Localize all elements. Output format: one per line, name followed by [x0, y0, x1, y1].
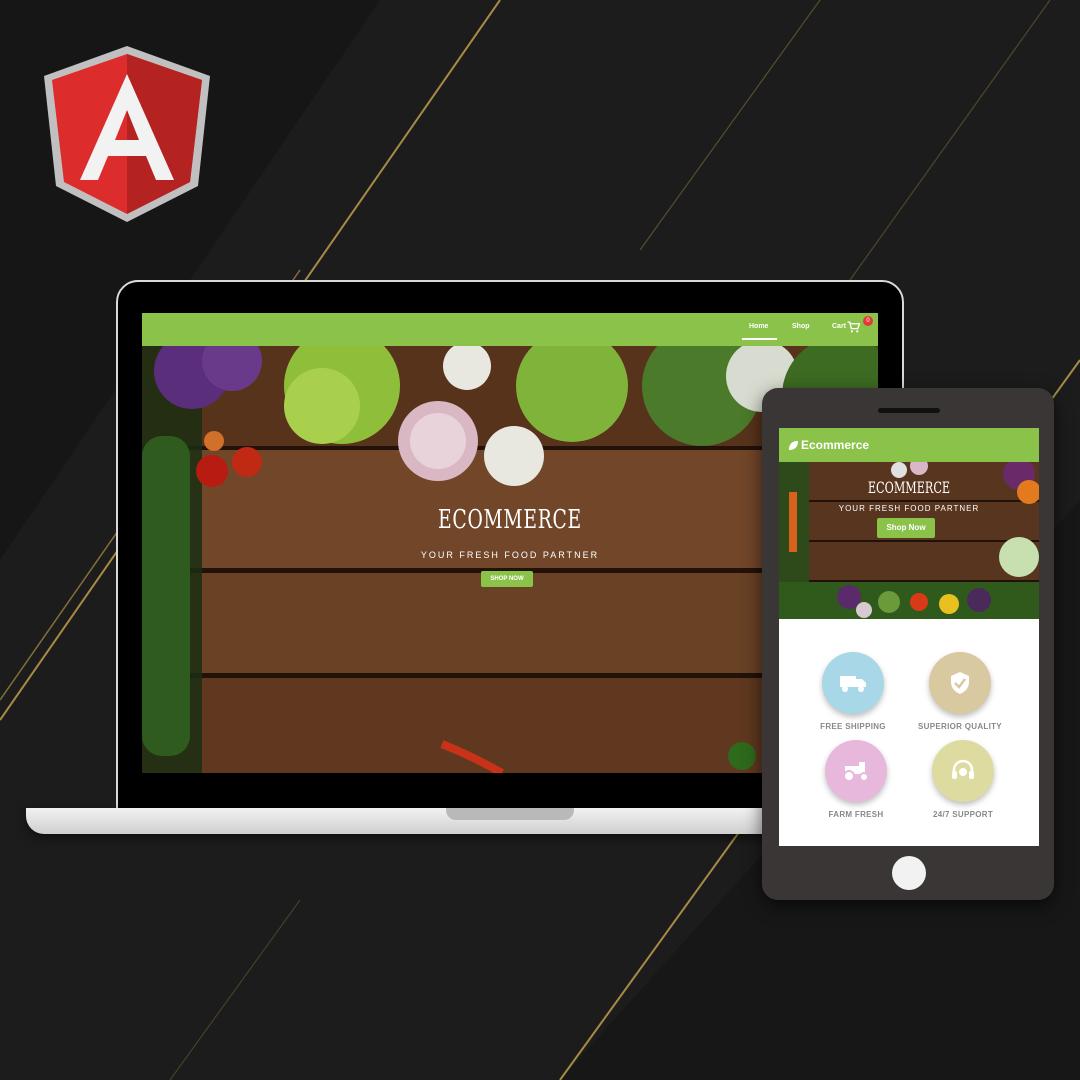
nav-home-link[interactable]: Home [749, 323, 768, 330]
shield-check-icon [929, 652, 991, 714]
active-tab-indicator [742, 338, 777, 340]
cart-count-badge: 0 [863, 316, 873, 326]
feature-farm-fresh: FARM FRESH [801, 740, 911, 819]
feature-free-shipping: FREE SHIPPING [798, 652, 908, 731]
nav-cart-link[interactable]: Cart [832, 323, 846, 330]
tablet-shop-now-button[interactable]: Shop Now [877, 518, 935, 538]
shop-now-button[interactable]: SHOP NOW [481, 571, 533, 587]
angular-logo [44, 46, 210, 222]
tablet-brand[interactable]: Ecommerce [801, 438, 869, 452]
feature-superior-quality: SUPERIOR QUALITY [905, 652, 1015, 731]
tablet-speaker [878, 408, 940, 413]
tractor-icon [825, 740, 887, 802]
tablet-hero-tagline: YOUR FRESH FOOD PARTNER [838, 504, 980, 513]
nav-shop-link[interactable]: Shop [792, 323, 810, 330]
laptop-navbar: Home Shop Cart 0 [142, 313, 878, 346]
tablet-screen: Ecommerce ECOMMERCE YOUR FRESH FOOD PART… [779, 428, 1039, 846]
laptop-notch [446, 808, 574, 820]
leaf-icon [788, 440, 799, 451]
headset-icon [932, 740, 994, 802]
feature-support: 24/7 SUPPORT [908, 740, 1018, 819]
feature-label: 24/7 SUPPORT [932, 810, 994, 819]
tablet-navbar: Ecommerce [779, 428, 1039, 462]
tablet-home-button[interactable] [892, 856, 926, 890]
truck-icon [822, 652, 884, 714]
cart-icon[interactable] [847, 321, 860, 333]
feature-label: FARM FRESH [828, 810, 884, 819]
tablet-hero-title: ECOMMERCE [867, 478, 951, 497]
feature-label: FREE SHIPPING [820, 722, 886, 731]
feature-label: SUPERIOR QUALITY [918, 722, 1002, 731]
hero-title: ECOMMERCE [438, 505, 582, 535]
